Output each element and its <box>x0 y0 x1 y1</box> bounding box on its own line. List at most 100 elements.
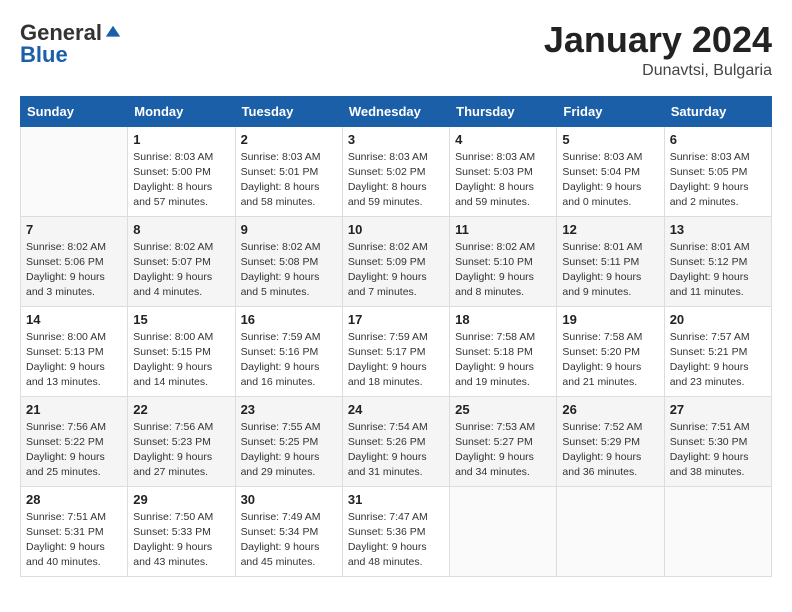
calendar-cell: 14 Sunrise: 8:00 AMSunset: 5:13 PMDayligh… <box>21 306 128 396</box>
day-number: 27 <box>670 402 766 417</box>
day-header-friday: Friday <box>557 96 664 126</box>
calendar-cell: 24 Sunrise: 7:54 AMSunset: 5:26 PMDayligh… <box>342 396 449 486</box>
day-number: 6 <box>670 132 766 147</box>
day-info: Sunrise: 7:47 AMSunset: 5:36 PMDaylight:… <box>348 510 444 571</box>
day-info: Sunrise: 7:49 AMSunset: 5:34 PMDaylight:… <box>241 510 337 571</box>
day-number: 16 <box>241 312 337 327</box>
calendar-table: SundayMondayTuesdayWednesdayThursdayFrid… <box>20 96 772 577</box>
day-number: 26 <box>562 402 658 417</box>
day-number: 30 <box>241 492 337 507</box>
day-info: Sunrise: 7:58 AMSunset: 5:18 PMDaylight:… <box>455 330 551 391</box>
day-info: Sunrise: 7:51 AMSunset: 5:31 PMDaylight:… <box>26 510 122 571</box>
day-number: 14 <box>26 312 122 327</box>
logo-blue-text: Blue <box>20 42 68 68</box>
week-row-2: 7 Sunrise: 8:02 AMSunset: 5:06 PMDaylight… <box>21 216 772 306</box>
day-number: 21 <box>26 402 122 417</box>
calendar-cell <box>450 486 557 576</box>
day-number: 28 <box>26 492 122 507</box>
calendar-cell: 1 Sunrise: 8:03 AMSunset: 5:00 PMDaylight… <box>128 126 235 216</box>
calendar-cell: 29 Sunrise: 7:50 AMSunset: 5:33 PMDayligh… <box>128 486 235 576</box>
day-info: Sunrise: 8:03 AMSunset: 5:03 PMDaylight:… <box>455 150 551 211</box>
calendar-title: January 2024 <box>544 20 772 60</box>
day-info: Sunrise: 7:54 AMSunset: 5:26 PMDaylight:… <box>348 420 444 481</box>
day-info: Sunrise: 8:03 AMSunset: 5:01 PMDaylight:… <box>241 150 337 211</box>
calendar-cell: 30 Sunrise: 7:49 AMSunset: 5:34 PMDayligh… <box>235 486 342 576</box>
day-info: Sunrise: 7:53 AMSunset: 5:27 PMDaylight:… <box>455 420 551 481</box>
day-number: 17 <box>348 312 444 327</box>
calendar-cell: 6Sunrise: 8:03 AMSunset: 5:05 PMDaylight… <box>664 126 771 216</box>
day-info: Sunrise: 8:01 AMSunset: 5:11 PMDaylight:… <box>562 240 658 301</box>
day-number: 31 <box>348 492 444 507</box>
title-block: January 2024 Dunavtsi, Bulgaria <box>544 20 772 80</box>
day-info: Sunrise: 7:59 AMSunset: 5:16 PMDaylight:… <box>241 330 337 391</box>
calendar-cell: 16 Sunrise: 7:59 AMSunset: 5:16 PMDayligh… <box>235 306 342 396</box>
day-number: 8 <box>133 222 229 237</box>
calendar-cell: 9 Sunrise: 8:02 AMSunset: 5:08 PMDaylight… <box>235 216 342 306</box>
day-number: 22 <box>133 402 229 417</box>
calendar-cell: 11 Sunrise: 8:02 AMSunset: 5:10 PMDayligh… <box>450 216 557 306</box>
day-number: 2 <box>241 132 337 147</box>
calendar-cell: 19 Sunrise: 7:58 AMSunset: 5:20 PMDayligh… <box>557 306 664 396</box>
week-row-3: 14 Sunrise: 8:00 AMSunset: 5:13 PMDayligh… <box>21 306 772 396</box>
calendar-cell: 25 Sunrise: 7:53 AMSunset: 5:27 PMDayligh… <box>450 396 557 486</box>
day-info: Sunrise: 7:50 AMSunset: 5:33 PMDaylight:… <box>133 510 229 571</box>
day-info: Sunrise: 8:03 AMSunset: 5:02 PMDaylight:… <box>348 150 444 211</box>
day-info: Sunrise: 8:00 AMSunset: 5:15 PMDaylight:… <box>133 330 229 391</box>
day-number: 11 <box>455 222 551 237</box>
calendar-cell: 5 Sunrise: 8:03 AMSunset: 5:04 PMDaylight… <box>557 126 664 216</box>
day-info: Sunrise: 8:02 AMSunset: 5:08 PMDaylight:… <box>241 240 337 301</box>
day-number: 29 <box>133 492 229 507</box>
day-number: 15 <box>133 312 229 327</box>
day-info: Sunrise: 7:56 AMSunset: 5:22 PMDaylight:… <box>26 420 122 481</box>
day-number: 20 <box>670 312 766 327</box>
calendar-cell: 28 Sunrise: 7:51 AMSunset: 5:31 PMDayligh… <box>21 486 128 576</box>
calendar-cell: 15 Sunrise: 8:00 AMSunset: 5:15 PMDayligh… <box>128 306 235 396</box>
day-header-sunday: Sunday <box>21 96 128 126</box>
calendar-subtitle: Dunavtsi, Bulgaria <box>544 62 772 80</box>
day-number: 10 <box>348 222 444 237</box>
calendar-cell <box>557 486 664 576</box>
logo: General Blue <box>20 20 122 68</box>
day-info: Sunrise: 7:59 AMSunset: 5:17 PMDaylight:… <box>348 330 444 391</box>
day-number: 9 <box>241 222 337 237</box>
calendar-cell: 31 Sunrise: 7:47 AMSunset: 5:36 PMDayligh… <box>342 486 449 576</box>
day-info: Sunrise: 8:00 AMSunset: 5:13 PMDaylight:… <box>26 330 122 391</box>
day-info: Sunrise: 8:03 AMSunset: 5:00 PMDaylight:… <box>133 150 229 211</box>
calendar-cell: 21 Sunrise: 7:56 AMSunset: 5:22 PMDayligh… <box>21 396 128 486</box>
calendar-cell: 4 Sunrise: 8:03 AMSunset: 5:03 PMDaylight… <box>450 126 557 216</box>
week-row-4: 21 Sunrise: 7:56 AMSunset: 5:22 PMDayligh… <box>21 396 772 486</box>
day-number: 23 <box>241 402 337 417</box>
day-number: 13 <box>670 222 766 237</box>
calendar-cell: 20 Sunrise: 7:57 AMSunset: 5:21 PMDayligh… <box>664 306 771 396</box>
day-number: 4 <box>455 132 551 147</box>
day-info: Sunrise: 7:51 AMSunset: 5:30 PMDaylight:… <box>670 420 766 481</box>
calendar-cell: 7 Sunrise: 8:02 AMSunset: 5:06 PMDaylight… <box>21 216 128 306</box>
page-header: General Blue January 2024 Dunavtsi, Bulg… <box>20 20 772 80</box>
day-number: 1 <box>133 132 229 147</box>
day-number: 24 <box>348 402 444 417</box>
day-info: Sunrise: 8:01 AMSunset: 5:12 PMDaylight:… <box>670 240 766 301</box>
week-row-5: 28 Sunrise: 7:51 AMSunset: 5:31 PMDayligh… <box>21 486 772 576</box>
day-header-monday: Monday <box>128 96 235 126</box>
day-info: Sunrise: 8:03 AMSunset: 5:04 PMDaylight:… <box>562 150 658 211</box>
calendar-header-row: SundayMondayTuesdayWednesdayThursdayFrid… <box>21 96 772 126</box>
logo-icon <box>104 24 122 42</box>
calendar-cell: 3Sunrise: 8:03 AMSunset: 5:02 PMDaylight… <box>342 126 449 216</box>
day-info: Sunrise: 8:02 AMSunset: 5:06 PMDaylight:… <box>26 240 122 301</box>
day-number: 19 <box>562 312 658 327</box>
day-number: 5 <box>562 132 658 147</box>
day-number: 25 <box>455 402 551 417</box>
day-info: Sunrise: 8:02 AMSunset: 5:09 PMDaylight:… <box>348 240 444 301</box>
day-header-saturday: Saturday <box>664 96 771 126</box>
calendar-cell: 2 Sunrise: 8:03 AMSunset: 5:01 PMDaylight… <box>235 126 342 216</box>
day-info: Sunrise: 7:52 AMSunset: 5:29 PMDaylight:… <box>562 420 658 481</box>
day-header-thursday: Thursday <box>450 96 557 126</box>
week-row-1: 1 Sunrise: 8:03 AMSunset: 5:00 PMDaylight… <box>21 126 772 216</box>
calendar-cell: 17 Sunrise: 7:59 AMSunset: 5:17 PMDayligh… <box>342 306 449 396</box>
day-info: Sunrise: 7:58 AMSunset: 5:20 PMDaylight:… <box>562 330 658 391</box>
day-number: 7 <box>26 222 122 237</box>
day-info: Sunrise: 7:57 AMSunset: 5:21 PMDaylight:… <box>670 330 766 391</box>
day-info: Sunrise: 8:02 AMSunset: 5:10 PMDaylight:… <box>455 240 551 301</box>
calendar-cell: 10 Sunrise: 8:02 AMSunset: 5:09 PMDayligh… <box>342 216 449 306</box>
day-info: Sunrise: 7:56 AMSunset: 5:23 PMDaylight:… <box>133 420 229 481</box>
